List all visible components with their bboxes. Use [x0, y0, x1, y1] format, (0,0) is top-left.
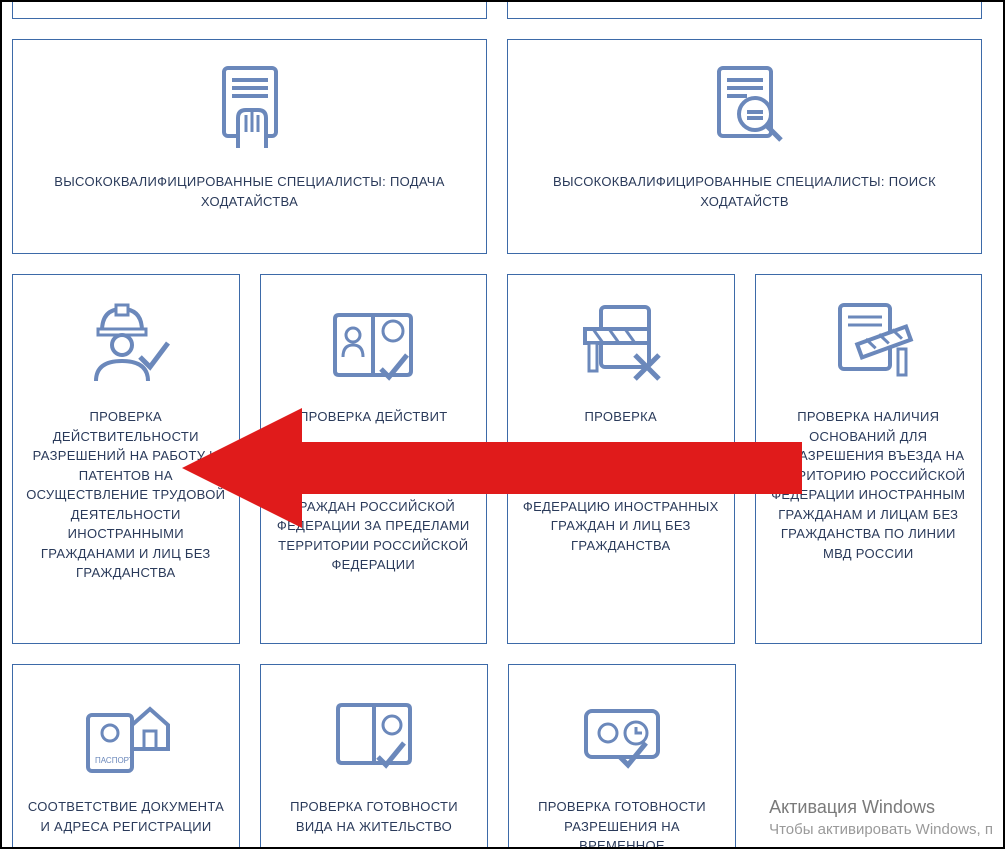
- row-wide: ВЫСОКОКВАЛИФИЦИРОВАННЫЕ СПЕЦИАЛИСТЫ: ПОД…: [12, 39, 982, 254]
- viewport: ВЫСОКОКВАЛИФИЦИРОВАННЫЕ СПЕЦИАЛИСТЫ: ПОД…: [0, 0, 1005, 849]
- row-partial-top: [12, 0, 982, 19]
- card-address-registration[interactable]: ПАСПОРТ СООТВЕТСТВИЕ ДОКУМЕНТА И АДРЕСА …: [12, 664, 240, 849]
- card-check-entry-restriction[interactable]: ПРОВЕРКА НАЛИЧИЯ ОСНОВАНИЙ ДЛЯ НЕРАЗРЕШЕ…: [755, 274, 983, 644]
- barrier-deny-icon: [571, 293, 671, 393]
- card-label-bottom: ФЕДЕРАЦИЮ ИНОСТРАННЫХ ГРАЖДАН И ЛИЦ БЕЗ …: [520, 497, 722, 556]
- card-label: ПРОВЕРКА ГОТОВНОСТИ РАЗРЕШЕНИЯ НА ВРЕМЕН…: [521, 797, 723, 849]
- card-label-top: ПРОВЕРКА ДЕЙСТВИТ: [299, 407, 447, 427]
- card-check-passport-abroad[interactable]: ПРОВЕРКА ДЕЙСТВИТ ГРАЖДАН РОССИЙСКОЙ ФЕД…: [260, 274, 488, 644]
- partial-card-right[interactable]: [507, 0, 982, 19]
- content-area: ВЫСОКОКВАЛИФИЦИРОВАННЫЕ СПЕЦИАЛИСТЫ: ПОД…: [12, 2, 982, 849]
- partial-card-left[interactable]: [12, 0, 487, 19]
- card-search-application[interactable]: ВЫСОКОКВАЛИФИЦИРОВАННЫЕ СПЕЦИАЛИСТЫ: ПОИ…: [507, 39, 982, 254]
- id-clock-icon: [572, 683, 672, 783]
- passport-emblem-icon: [323, 293, 423, 393]
- card-label: ПРОВЕРКА ДЕЙСТВИТЕЛЬНОСТИ РАЗРЕШЕНИЙ НА …: [25, 407, 227, 583]
- card-check-entry-ban[interactable]: ПРОВЕРКА ФЕДЕРАЦИЮ ИНОСТРАННЫХ ГРАЖДАН И…: [507, 274, 735, 644]
- row-four: ПРОВЕРКА ДЕЙСТВИТЕЛЬНОСТИ РАЗРЕШЕНИЙ НА …: [12, 274, 982, 644]
- open-book-icon: [324, 683, 424, 783]
- card-temp-permit[interactable]: ПРОВЕРКА ГОТОВНОСТИ РАЗРЕШЕНИЯ НА ВРЕМЕН…: [508, 664, 736, 849]
- watermark-subtitle: Чтобы активировать Windows, п: [769, 820, 993, 840]
- card-label: ВЫСОКОКВАЛИФИЦИРОВАННЫЕ СПЕЦИАЛИСТЫ: ПОД…: [25, 172, 474, 211]
- watermark-title: Активация Windows: [769, 796, 993, 819]
- svg-text:ПАСПОРТ: ПАСПОРТ: [95, 756, 134, 765]
- document-hand-icon: [200, 58, 300, 158]
- card-label: ПРОВЕРКА НАЛИЧИЯ ОСНОВАНИЙ ДЛЯ НЕРАЗРЕШЕ…: [768, 407, 970, 563]
- card-residence-permit[interactable]: ПРОВЕРКА ГОТОВНОСТИ ВИДА НА ЖИТЕЛЬСТВО: [260, 664, 488, 849]
- card-check-work-permit[interactable]: ПРОВЕРКА ДЕЙСТВИТЕЛЬНОСТИ РАЗРЕШЕНИЙ НА …: [12, 274, 240, 644]
- document-search-icon: [695, 58, 795, 158]
- card-label-bottom: ГРАЖДАН РОССИЙСКОЙ ФЕДЕРАЦИИ ЗА ПРЕДЕЛАМ…: [273, 497, 475, 575]
- worker-check-icon: [76, 293, 176, 393]
- document-barrier-icon: [818, 293, 918, 393]
- card-label: ВЫСОКОКВАЛИФИЦИРОВАННЫЕ СПЕЦИАЛИСТЫ: ПОИ…: [520, 172, 969, 211]
- card-label-top: ПРОВЕРКА: [585, 407, 658, 427]
- passport-house-icon: ПАСПОРТ: [76, 683, 176, 783]
- card-label: СООТВЕТСТВИЕ ДОКУМЕНТА И АДРЕСА РЕГИСТРА…: [25, 797, 227, 836]
- card-label: ПРОВЕРКА ГОТОВНОСТИ ВИДА НА ЖИТЕЛЬСТВО: [273, 797, 475, 836]
- windows-activation-watermark: Активация Windows Чтобы активировать Win…: [769, 796, 993, 839]
- card-submit-application[interactable]: ВЫСОКОКВАЛИФИЦИРОВАННЫЕ СПЕЦИАЛИСТЫ: ПОД…: [12, 39, 487, 254]
